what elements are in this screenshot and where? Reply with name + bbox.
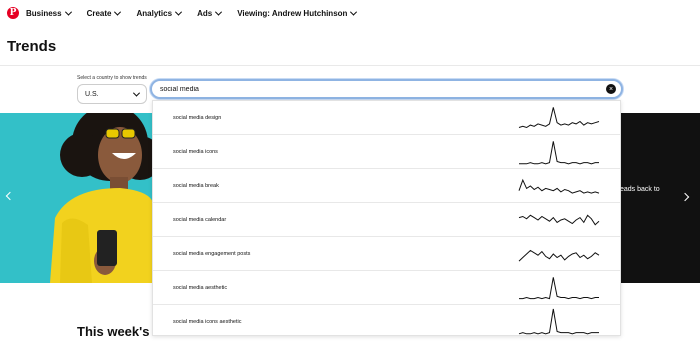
suggestion-item[interactable]: social media break bbox=[153, 169, 620, 203]
suggestion-item[interactable]: social media design bbox=[153, 101, 620, 135]
trend-line bbox=[518, 178, 600, 194]
nav-account-switcher[interactable]: Viewing: Andrew Hutchinson bbox=[237, 8, 358, 18]
weekly-trends-heading: This week's to bbox=[77, 324, 157, 339]
suggestion-item[interactable]: social media icons aesthetic bbox=[153, 305, 620, 339]
suggestion-label: social media aesthetic bbox=[173, 285, 228, 291]
suggestion-item[interactable]: social media aesthetic bbox=[153, 271, 620, 305]
nav-create[interactable]: Create bbox=[86, 8, 122, 18]
nav-ads-label: Ads bbox=[197, 8, 213, 18]
suggestion-item[interactable]: social media calendar bbox=[153, 203, 620, 237]
trend-search[interactable]: × bbox=[150, 79, 623, 99]
nav-account-label: Viewing: Andrew Hutchinson bbox=[237, 8, 348, 18]
trend-line bbox=[518, 107, 600, 129]
woman-with-phone-illustration bbox=[0, 113, 153, 283]
trend-line bbox=[519, 141, 599, 165]
search-input[interactable] bbox=[160, 85, 580, 93]
pinterest-logo[interactable]: P bbox=[7, 7, 19, 19]
suggestion-label: social media engagement posts bbox=[173, 251, 251, 257]
trend-sparkline bbox=[519, 277, 599, 300]
hero-image bbox=[0, 113, 153, 283]
hero-next-slide-text: eads back to bbox=[620, 186, 660, 193]
chevron-down-icon bbox=[215, 8, 223, 16]
trend-line bbox=[518, 214, 600, 226]
nav-analytics[interactable]: Analytics bbox=[136, 8, 183, 18]
suggestion-item[interactable]: social media engagement posts bbox=[153, 237, 620, 271]
suggestions-dropdown: social media design social media icons s… bbox=[152, 100, 621, 336]
nav-analytics-label: Analytics bbox=[136, 8, 173, 18]
country-select[interactable]: U.S. bbox=[77, 84, 147, 104]
top-nav: P Business Create Analytics Ads Viewing:… bbox=[0, 0, 700, 26]
trend-line bbox=[518, 249, 600, 262]
trend-sparkline bbox=[518, 178, 600, 194]
suggestion-label: social media break bbox=[173, 183, 219, 189]
trend-sparkline bbox=[518, 308, 599, 335]
header-divider bbox=[0, 65, 700, 66]
nav-business-label: Business bbox=[26, 8, 62, 18]
trend-line bbox=[519, 277, 599, 300]
trend-sparkline bbox=[518, 214, 600, 226]
chevron-down-icon bbox=[132, 89, 141, 97]
suggestion-label: social media icons bbox=[173, 149, 218, 155]
country-value: U.S. bbox=[85, 90, 99, 98]
chevron-down-icon bbox=[64, 8, 72, 16]
chevron-down-icon bbox=[114, 8, 122, 16]
nav-ads[interactable]: Ads bbox=[197, 8, 223, 18]
trend-sparkline bbox=[518, 249, 600, 262]
clear-icon[interactable]: × bbox=[606, 84, 616, 94]
trend-sparkline bbox=[519, 141, 599, 165]
country-label: Select a country to show trends bbox=[77, 75, 147, 81]
logo-letter: P bbox=[9, 7, 17, 18]
trend-sparkline bbox=[518, 107, 600, 129]
suggestion-label: social media calendar bbox=[173, 217, 227, 223]
chevron-down-icon bbox=[350, 8, 358, 16]
suggestion-item[interactable]: social media icons bbox=[153, 135, 620, 169]
nav-business[interactable]: Business bbox=[26, 8, 72, 18]
nav-create-label: Create bbox=[86, 8, 112, 18]
chevron-down-icon bbox=[175, 8, 183, 16]
trend-line bbox=[518, 308, 599, 335]
suggestion-label: social media icons aesthetic bbox=[173, 319, 242, 325]
page-title: Trends bbox=[7, 38, 57, 55]
suggestion-label: social media design bbox=[173, 115, 222, 121]
